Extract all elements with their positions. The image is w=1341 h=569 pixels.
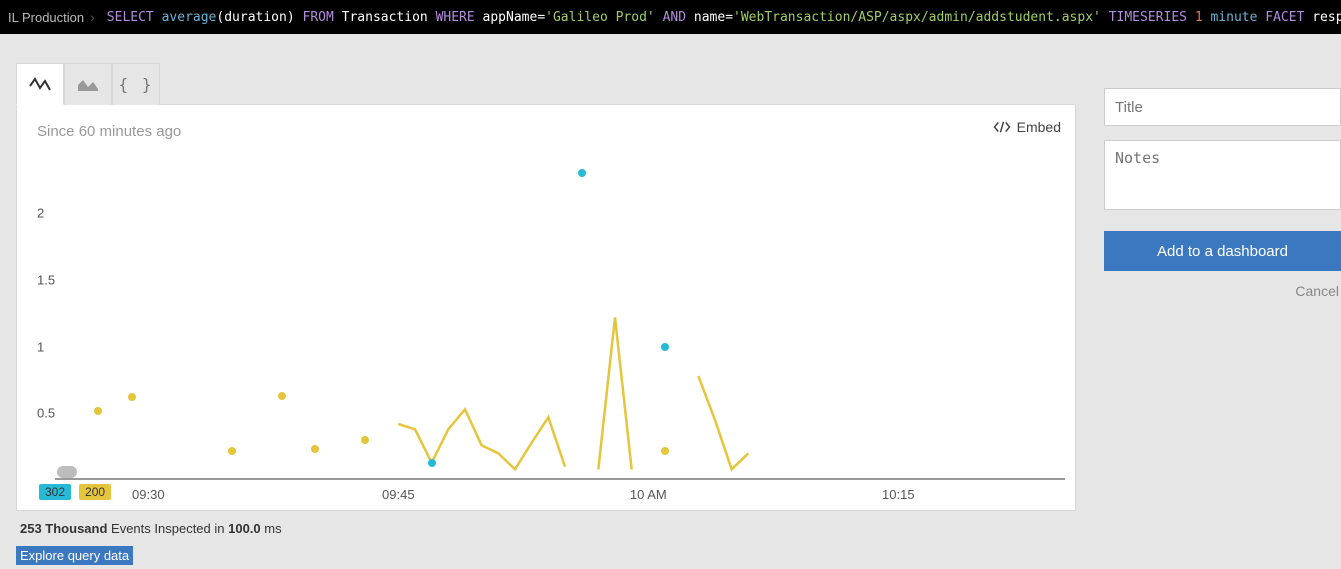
since-label: Since 60 minutes ago: [17, 105, 1075, 140]
chart-plot[interactable]: 09:3009:4510 AM10:15 0.511.52: [37, 140, 1065, 480]
explore-query-data-link[interactable]: Explore query data: [16, 546, 133, 565]
data-point[interactable]: [578, 169, 586, 177]
legend-item-200[interactable]: 200: [79, 484, 111, 500]
cancel-link[interactable]: Cancel: [1104, 283, 1341, 299]
q-select: SELECT: [107, 10, 154, 25]
legend-item-302[interactable]: 302: [39, 484, 71, 500]
chart-card: { } Embed Since 60 minutes ago 09:3009:4…: [16, 104, 1076, 511]
y-tick: 1.5: [37, 273, 55, 288]
account-name: IL Production: [8, 10, 84, 25]
q-func-average: average: [162, 10, 217, 25]
query-stats: 253 Thousand Events Inspected in 100.0 m…: [16, 511, 1076, 542]
chart-type-tabs: { }: [16, 63, 160, 105]
sidebar-panel: Add to a dashboard Cancel: [1076, 54, 1341, 299]
y-tick: 1: [37, 339, 44, 354]
notes-field[interactable]: [1104, 140, 1341, 210]
code-icon: [993, 120, 1011, 134]
nrql-query-bar[interactable]: IL Production › SELECT average ( duratio…: [0, 0, 1341, 34]
y-tick: 2: [37, 206, 44, 221]
tab-area-chart[interactable]: [64, 63, 112, 105]
account-selector[interactable]: IL Production ›: [8, 9, 101, 25]
data-point[interactable]: [661, 343, 669, 351]
x-tick: 10 AM: [630, 487, 667, 502]
data-point[interactable]: [428, 459, 436, 467]
chevron-right-icon: ›: [90, 9, 95, 25]
tab-line-chart[interactable]: [16, 63, 64, 105]
embed-label: Embed: [1017, 119, 1061, 135]
tab-json[interactable]: { }: [112, 63, 160, 105]
x-tick: 09:30: [132, 487, 165, 502]
add-to-dashboard-button[interactable]: Add to a dashboard: [1104, 231, 1341, 271]
embed-button[interactable]: Embed: [993, 119, 1061, 135]
chart-legend: 302 200: [17, 480, 1075, 510]
line-segment: [65, 160, 1065, 480]
x-tick: 10:15: [882, 487, 915, 502]
title-field[interactable]: [1104, 88, 1341, 126]
y-tick: 0.5: [37, 406, 55, 421]
x-tick: 09:45: [382, 487, 415, 502]
